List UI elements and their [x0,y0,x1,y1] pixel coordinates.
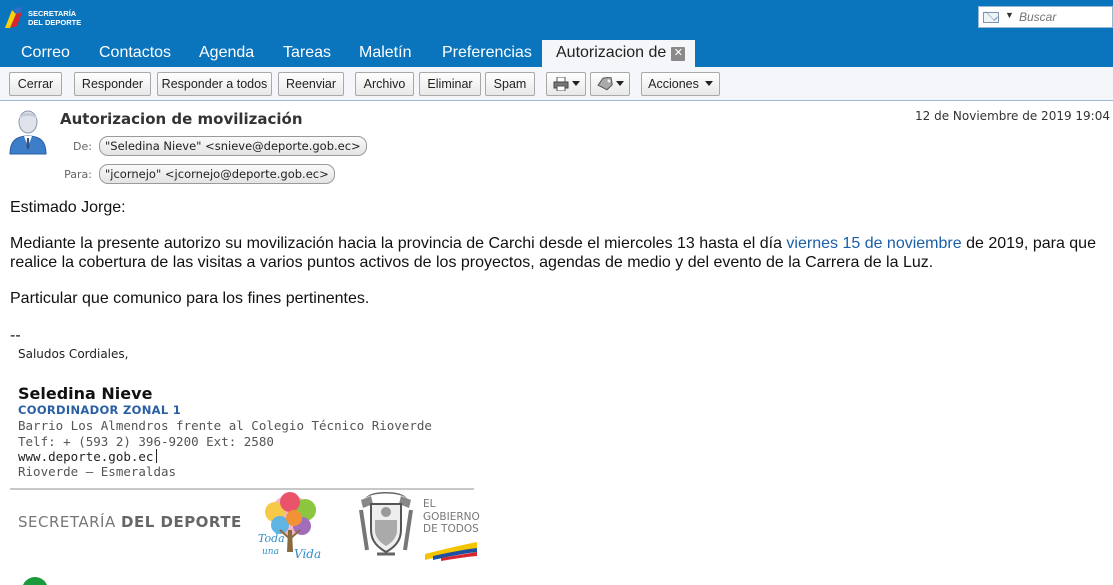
logo-text: SECRETARÍA DEL DEPORTE [28,9,81,27]
signature-name: Seledina Nieve [18,384,153,403]
top-header: SECRETARÍA DEL DEPORTE ▼ Correo Contacto… [0,0,1113,67]
from-label: De: [73,140,92,153]
gob-line3: DE TODOS [423,523,479,535]
actions-caret-icon [704,81,713,86]
vida-text: Vida [294,547,321,561]
signature-address: Barrio Los Almendros frente al Colegio T… [18,418,432,433]
signature-web: www.deporte.gob.ec [18,449,158,464]
gobierno-flag-stripe-icon [423,540,479,562]
tab-autorizacion[interactable]: Autorizacion de ✕ [542,40,696,67]
tag-caret-icon [615,81,624,86]
message-date: 12 de Noviembre de 2019 19:04 [915,109,1110,123]
actions-label: Acciones [648,77,699,91]
delete-button[interactable]: Eliminar [419,72,481,96]
date-link[interactable]: viernes 15 de noviembre [786,235,961,252]
signature-separator: -- [10,327,21,344]
flag-logo-icon [5,6,22,28]
greeting-text: Estimado Jorge: [10,199,126,216]
sender-avatar-icon [8,107,48,155]
gob-line2: GOBIERNO [423,510,480,523]
print-caret-icon [571,81,580,86]
paragraph-1-end: de 2019, para que [961,235,1096,252]
tab-maletin[interactable]: Maletín [359,40,411,67]
mail-search-icon[interactable] [983,12,999,23]
secretaria-brand-text: SECRETARÍA DEL DEPORTE [18,513,242,531]
signature-role: COORDINADOR ZONAL 1 [18,403,182,417]
tab-correo[interactable]: Correo [21,40,70,67]
toda-una-vida-logo: Toda una Vida [250,490,330,565]
forward-button[interactable]: Reenviar [278,72,344,96]
brand-light-text: SECRETARÍA [18,513,122,531]
message-toolbar: Cerrar Responder Responder a todos Reenv… [0,67,1113,101]
tab-autorizacion-label: Autorizacion de [556,44,667,61]
gobierno-de-todos-text: EL GOBIERNO DE TODOS [423,498,480,536]
actions-menu-button[interactable]: Acciones [641,72,720,96]
status-indicator-icon [22,577,48,585]
ecuador-coat-of-arms-icon [355,490,417,560]
search-box: ▼ [978,6,1113,28]
gob-line1: EL [423,498,436,510]
search-dropdown-icon[interactable]: ▼ [1005,10,1014,20]
archive-button[interactable]: Archivo [355,72,414,96]
signature-phone: Telf: + (593 2) 396-9200 Ext: 2580 [18,434,274,449]
close-button[interactable]: Cerrar [9,72,62,96]
body-paragraph-2: Particular que comunico para los fines p… [10,290,370,307]
tag-icon [596,76,613,98]
close-tab-icon[interactable]: ✕ [671,47,686,61]
reply-button[interactable]: Responder [74,72,151,96]
brand-bold-text: DEL DEPORTE [121,513,242,531]
tab-contactos[interactable]: Contactos [99,40,171,67]
printer-icon [553,76,569,98]
body-paragraph-1-line2: realice la cobertura de las visitas a va… [10,254,934,271]
signature-city: Rioverde – Esmeraldas [18,464,177,479]
tab-agenda[interactable]: Agenda [199,40,254,67]
paragraph-1-start: Mediante la presente autorizo su moviliz… [10,235,787,252]
message-subject: Autorizacion de movilización [60,110,303,128]
secretaria-deporte-logo[interactable]: SECRETARÍA DEL DEPORTE [2,4,82,34]
signature-web-link[interactable]: www.deporte.gob.ec [18,449,153,464]
reply-all-button[interactable]: Responder a todos [157,72,272,96]
una-text: una [262,547,279,557]
spam-button[interactable]: Spam [485,72,535,96]
toda-text: Toda [258,532,285,545]
logo-text-line1: SECRETARÍA [28,9,77,18]
tag-menu-button[interactable] [590,72,630,96]
from-address-bubble[interactable]: "Seledina Nieve" <snieve@deporte.gob.ec> [99,136,367,156]
tab-preferencias[interactable]: Preferencias [442,40,532,67]
logo-text-line2: DEL DEPORTE [28,18,82,27]
signature-closing: Saludos Cordiales, [18,347,129,361]
to-address-bubble[interactable]: "jcornejo" <jcornejo@deporte.gob.ec> [99,164,335,184]
print-menu-button[interactable] [546,72,586,96]
text-cursor [156,449,158,463]
search-input[interactable] [1019,9,1111,25]
to-label: Para: [64,168,92,181]
tab-tareas[interactable]: Tareas [283,40,331,67]
body-paragraph-1: Mediante la presente autorizo su moviliz… [10,234,1096,253]
